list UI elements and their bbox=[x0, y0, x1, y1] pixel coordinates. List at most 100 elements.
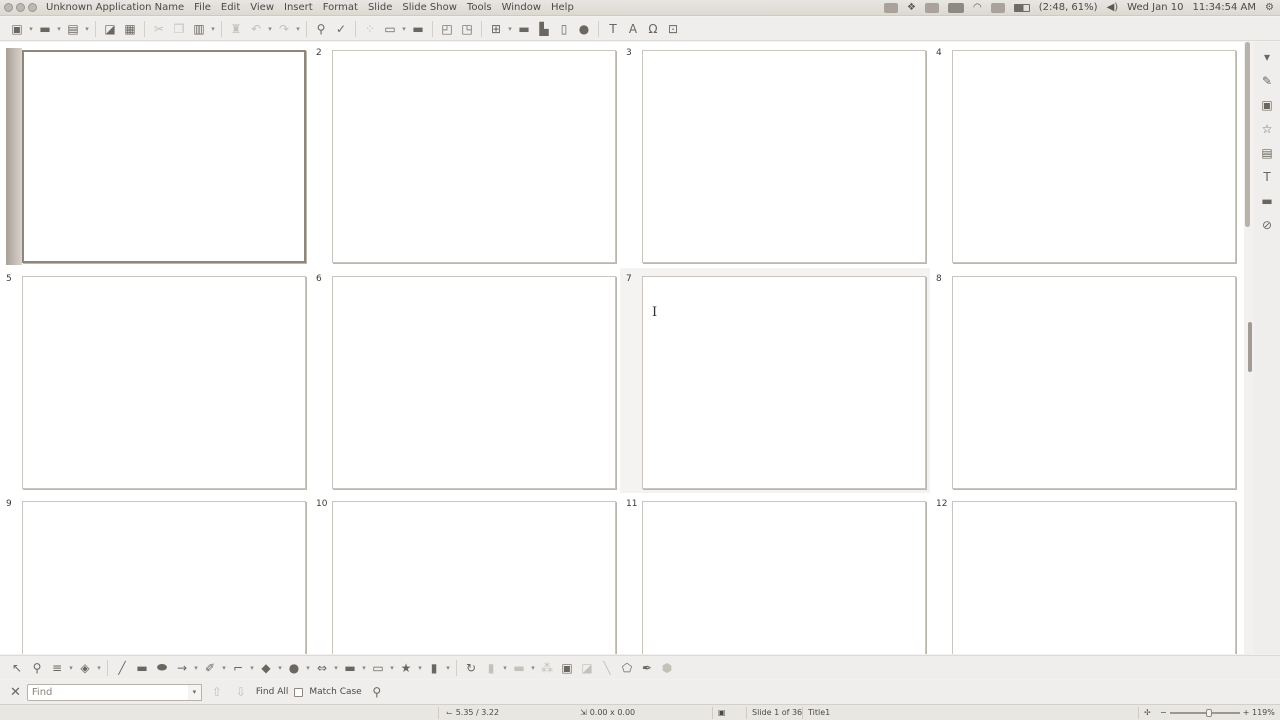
volume-icon[interactable]: ◀) bbox=[1107, 2, 1119, 13]
sidebar-menu-icon[interactable]: ▾ bbox=[1258, 48, 1276, 66]
menu-edit[interactable]: Edit bbox=[216, 2, 245, 13]
camera-icon[interactable] bbox=[884, 2, 899, 13]
find-replace-icon[interactable]: ⚲ bbox=[368, 683, 386, 701]
minimize-window-button[interactable] bbox=[16, 3, 25, 12]
align-dropdown-arrow[interactable]: ▾ bbox=[502, 664, 508, 672]
clone-formatting-icon[interactable]: ♜ bbox=[227, 20, 245, 38]
navigator-icon[interactable]: ⊘ bbox=[1258, 216, 1276, 234]
find-all-button[interactable]: Find All bbox=[256, 687, 288, 697]
find-input[interactable] bbox=[26, 683, 189, 701]
wifi-icon[interactable]: ◠ bbox=[973, 2, 982, 13]
slide-thumbnail[interactable]: 2 bbox=[310, 42, 620, 267]
layout-field[interactable]: Title1 bbox=[808, 708, 830, 717]
stars-icon[interactable]: ★ bbox=[397, 659, 415, 677]
print-icon[interactable]: ▦ bbox=[121, 20, 139, 38]
flowchart-icon[interactable]: ▬ bbox=[341, 659, 359, 677]
menu-insert[interactable]: Insert bbox=[279, 2, 318, 13]
find-history-dropdown[interactable]: ▾ bbox=[187, 683, 202, 701]
slide-transition-icon[interactable]: ▣ bbox=[1258, 96, 1276, 114]
zoom-out-icon[interactable]: − bbox=[1160, 708, 1167, 717]
table-icon[interactable]: ⊞ bbox=[487, 20, 505, 38]
slide-preview[interactable] bbox=[952, 276, 1236, 489]
grid-icon[interactable]: ⁘ bbox=[361, 20, 379, 38]
zoom-in-icon[interactable]: + bbox=[1243, 708, 1250, 717]
stars-dropdown-arrow[interactable]: ▾ bbox=[417, 664, 423, 672]
slide-preview[interactable] bbox=[332, 50, 616, 263]
clock-date[interactable]: Wed Jan 10 bbox=[1127, 2, 1183, 13]
save-icon[interactable]: ▤ bbox=[64, 20, 82, 38]
slide-thumbnail[interactable]: 4 bbox=[930, 42, 1240, 267]
battery-icon[interactable] bbox=[1013, 3, 1030, 12]
slide-thumbnail[interactable]: 8 bbox=[930, 268, 1240, 493]
basic-shapes-dropdown-arrow[interactable]: ▾ bbox=[277, 664, 283, 672]
rotate-icon[interactable]: ↻ bbox=[462, 659, 480, 677]
zoom-slider[interactable]: − + bbox=[1160, 708, 1249, 717]
messages-icon[interactable] bbox=[990, 2, 1005, 13]
copy-icon[interactable]: ❐ bbox=[170, 20, 188, 38]
menu-file[interactable]: File bbox=[189, 2, 216, 13]
match-case-label[interactable]: Match Case bbox=[309, 687, 361, 697]
slide-thumbnail[interactable]: 6 bbox=[310, 268, 620, 493]
slide-thumbnail[interactable]: 1 bbox=[0, 42, 310, 267]
slide-thumbnail[interactable]: 3 bbox=[620, 42, 930, 267]
line-color-dropdown-arrow[interactable]: ▾ bbox=[68, 664, 74, 672]
save-dropdown-arrow[interactable]: ▾ bbox=[84, 25, 90, 33]
shapes-icon[interactable]: ● bbox=[575, 20, 593, 38]
shadow-icon[interactable]: ⁂ bbox=[538, 659, 556, 677]
symbol-shapes-icon[interactable]: ● bbox=[285, 659, 303, 677]
block-arrows-dropdown-arrow[interactable]: ▾ bbox=[333, 664, 339, 672]
slide-preview[interactable] bbox=[952, 501, 1236, 654]
line-color-icon[interactable]: ≡ bbox=[48, 659, 66, 677]
slide-preview[interactable] bbox=[332, 276, 616, 489]
fit-slide-button[interactable]: ✢ bbox=[1144, 708, 1151, 717]
cut-icon[interactable]: ✂ bbox=[150, 20, 168, 38]
3d-objects-dropdown-arrow[interactable]: ▾ bbox=[445, 664, 451, 672]
menu-window[interactable]: Window bbox=[497, 2, 546, 13]
slide-preview[interactable] bbox=[642, 501, 926, 654]
block-arrows-icon[interactable]: ⇔ bbox=[313, 659, 331, 677]
points-icon[interactable]: ⬠ bbox=[618, 659, 636, 677]
arrow-icon[interactable]: → bbox=[173, 659, 191, 677]
new-document-icon[interactable]: ▣ bbox=[8, 20, 26, 38]
special-character-icon[interactable]: Ω bbox=[644, 20, 662, 38]
display-grid-icon[interactable]: ⊡ bbox=[664, 20, 682, 38]
rectangle-icon[interactable]: ▬ bbox=[133, 659, 151, 677]
close-window-button[interactable] bbox=[4, 3, 13, 12]
line-icon[interactable]: ╱ bbox=[113, 659, 131, 677]
media-icon[interactable]: ▯ bbox=[555, 20, 573, 38]
transformations-icon[interactable]: ╲ bbox=[598, 659, 616, 677]
clock-time[interactable]: 11:34:54 AM bbox=[1192, 2, 1256, 13]
table-dropdown-arrow[interactable]: ▾ bbox=[507, 25, 513, 33]
master-slides-icon[interactable]: ▤ bbox=[1258, 144, 1276, 162]
toggle-extrusion-icon[interactable]: ⬢ bbox=[658, 659, 676, 677]
spelling-icon[interactable]: ✓ bbox=[332, 20, 350, 38]
fill-color-icon[interactable]: ◈ bbox=[76, 659, 94, 677]
text-box-icon[interactable]: T bbox=[604, 20, 622, 38]
arrow-dropdown-arrow[interactable]: ▾ bbox=[193, 664, 199, 672]
dropbox-icon[interactable]: ❖ bbox=[907, 2, 916, 13]
undo-icon[interactable]: ↶ bbox=[247, 20, 265, 38]
callouts-icon[interactable]: ▭ bbox=[369, 659, 387, 677]
slide-preview[interactable] bbox=[642, 276, 926, 489]
menu-help[interactable]: Help bbox=[546, 2, 579, 13]
gallery-icon[interactable]: ▬ bbox=[1258, 192, 1276, 210]
properties-icon[interactable]: ✎ bbox=[1258, 72, 1276, 90]
find-previous-icon[interactable]: ⇧ bbox=[208, 683, 226, 701]
mail-icon[interactable] bbox=[924, 2, 939, 13]
open-folder-icon[interactable]: ▬ bbox=[36, 20, 54, 38]
styles-icon[interactable]: T bbox=[1258, 168, 1276, 186]
connector-dropdown-arrow[interactable]: ▾ bbox=[249, 664, 255, 672]
slide-preview[interactable] bbox=[952, 50, 1236, 263]
new-dropdown-arrow[interactable]: ▾ bbox=[28, 25, 34, 33]
display-views-icon[interactable]: ▭ bbox=[381, 20, 399, 38]
zoom-field[interactable]: 119% bbox=[1252, 708, 1275, 717]
slide-preview[interactable] bbox=[22, 50, 306, 263]
paste-icon[interactable]: ▥ bbox=[190, 20, 208, 38]
scrollbar-thumb[interactable] bbox=[1245, 42, 1250, 227]
slide-thumbnail[interactable]: 11 bbox=[620, 493, 930, 654]
slide-preview[interactable] bbox=[22, 501, 306, 654]
start-slideshow-icon[interactable]: ◰ bbox=[438, 20, 456, 38]
ellipse-icon[interactable]: ⬬ bbox=[153, 659, 171, 677]
connector-icon[interactable]: ⌐ bbox=[229, 659, 247, 677]
glue-points-icon[interactable]: ◪ bbox=[578, 659, 596, 677]
